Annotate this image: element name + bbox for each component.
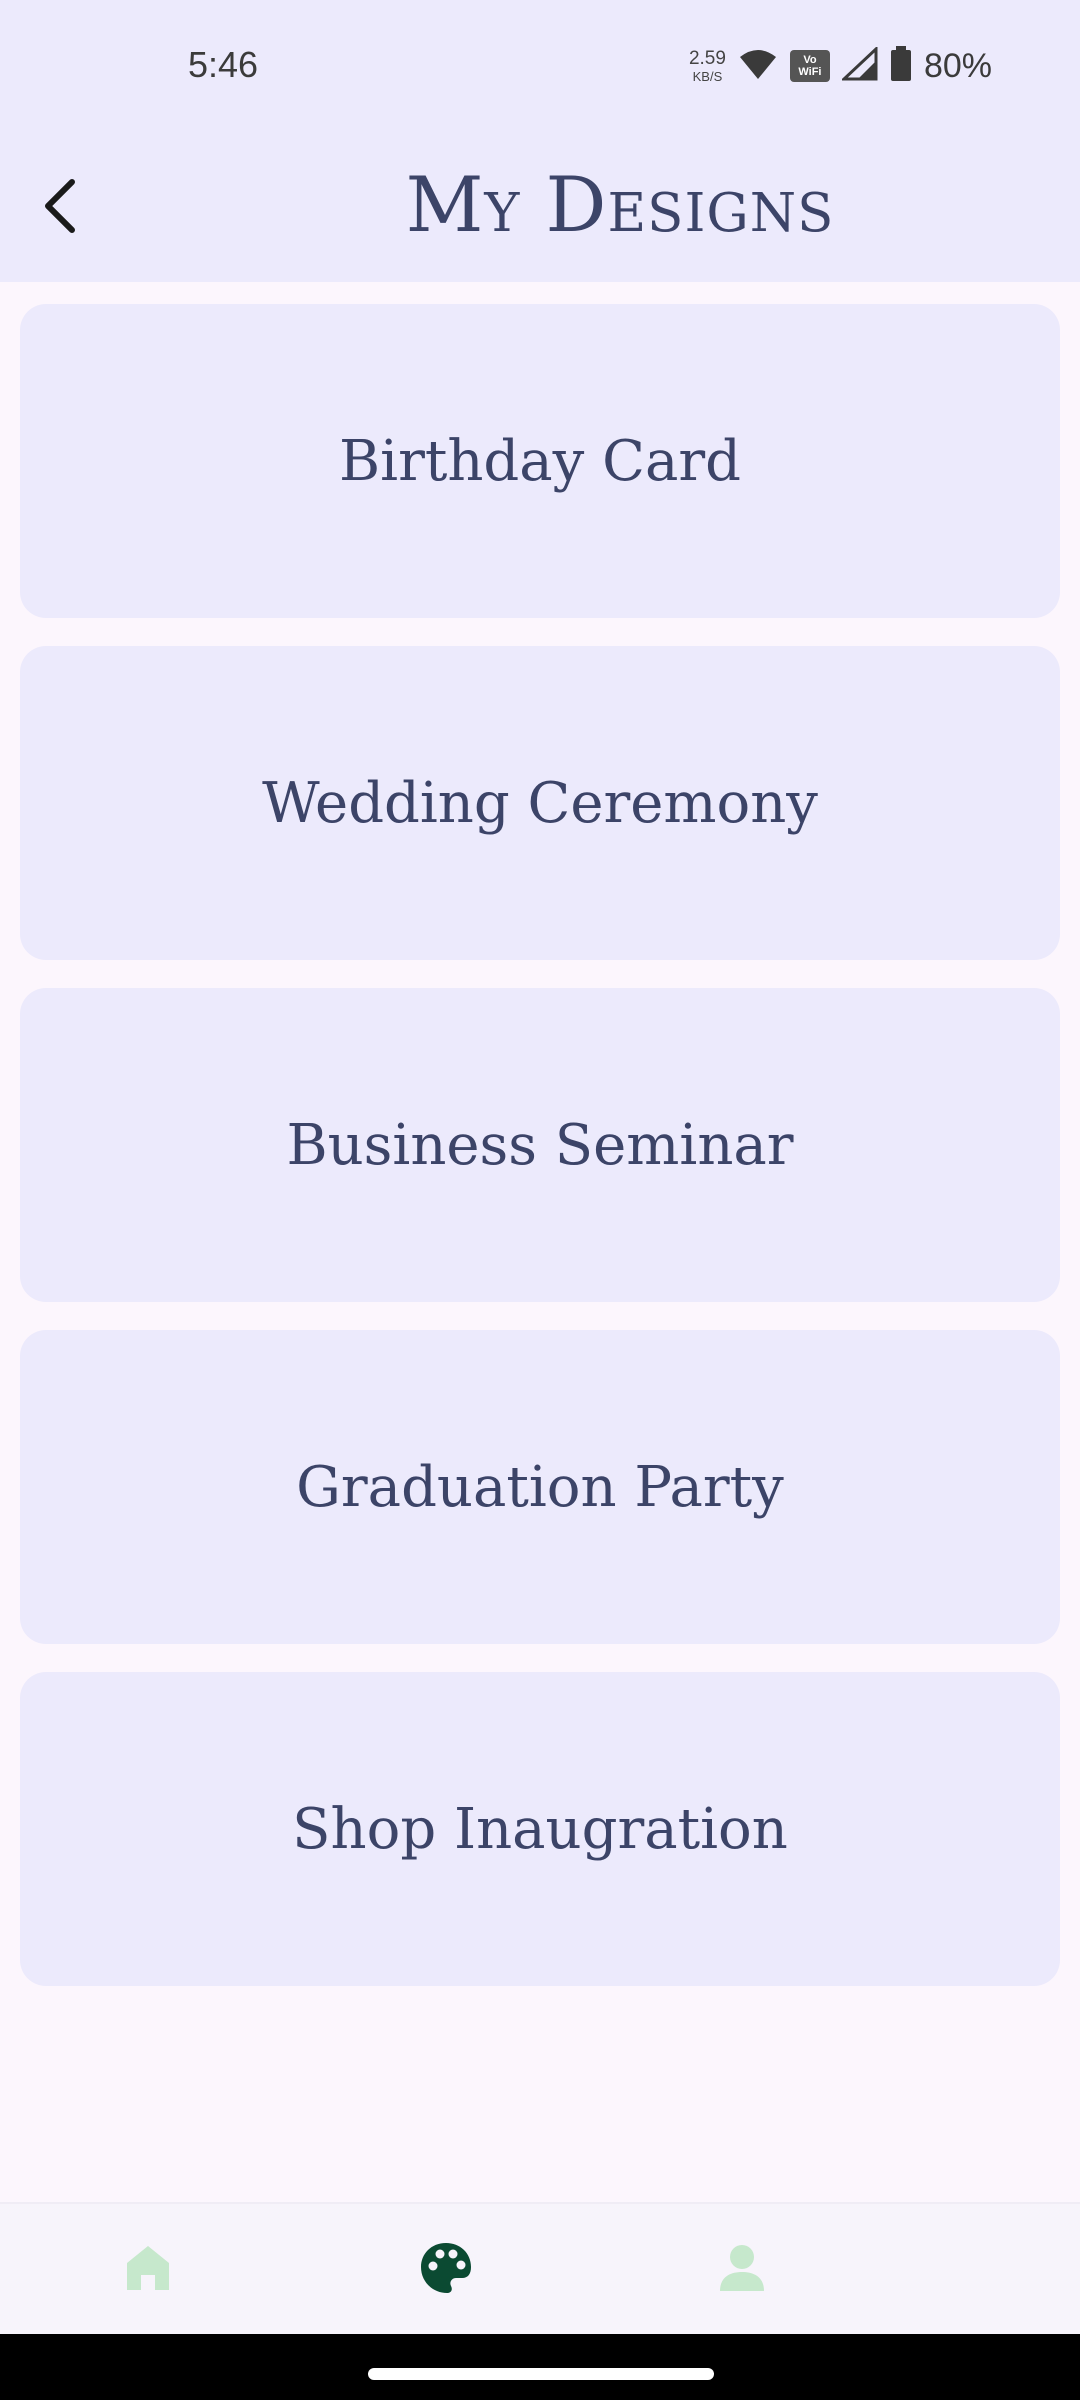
wifi-icon <box>738 47 778 85</box>
bottom-nav <box>0 2202 1080 2336</box>
app-header: My Designs <box>0 132 1080 282</box>
design-card-wedding-ceremony[interactable]: Wedding Ceremony <box>20 646 1060 960</box>
battery-percent: 80% <box>923 46 992 85</box>
network-speed: 2.59 KB/S <box>689 49 726 83</box>
vowifi-top-text: Vo <box>803 54 817 66</box>
chevron-left-icon <box>40 178 80 238</box>
status-bar: 5:46 2.59 KB/S Vo WiFi 80% <box>0 0 1080 132</box>
nav-profile[interactable] <box>682 2204 802 2336</box>
status-icons: 2.59 KB/S Vo WiFi 80% <box>689 44 992 88</box>
designs-list: Birthday Card Wedding Ceremony Business … <box>20 304 1060 2014</box>
palette-icon <box>418 2240 474 2300</box>
cell-signal-icon <box>840 45 878 85</box>
design-card-graduation-party[interactable]: Graduation Party <box>20 1330 1060 1644</box>
design-card-business-seminar[interactable]: Business Seminar <box>20 988 1060 1302</box>
home-icon <box>123 2243 173 2297</box>
vowifi-icon: Vo WiFi <box>789 50 830 82</box>
network-speed-value: 2.59 <box>688 48 726 69</box>
design-card-label: Wedding Ceremony <box>262 770 818 836</box>
nav-home[interactable] <box>88 2204 208 2336</box>
vowifi-bottom-text: WiFi <box>798 66 822 78</box>
design-card-label: Business Seminar <box>286 1112 794 1178</box>
nav-designs[interactable] <box>386 2204 506 2336</box>
battery-icon <box>890 46 912 86</box>
system-gesture-bar <box>0 2334 1080 2400</box>
network-speed-unit: KB/S <box>692 69 723 84</box>
design-card-birthday-card[interactable]: Birthday Card <box>20 304 1060 618</box>
person-icon <box>718 2243 766 2297</box>
status-time: 5:46 <box>188 44 259 85</box>
page-title: My Designs <box>405 160 835 249</box>
design-card-label: Birthday Card <box>339 428 741 494</box>
design-card-shop-inaugration[interactable]: Shop Inaugration <box>20 1672 1060 1986</box>
design-card-label: Shop Inaugration <box>292 1796 788 1862</box>
home-gesture-handle[interactable] <box>368 2368 714 2380</box>
design-card-label: Graduation Party <box>296 1454 784 1520</box>
